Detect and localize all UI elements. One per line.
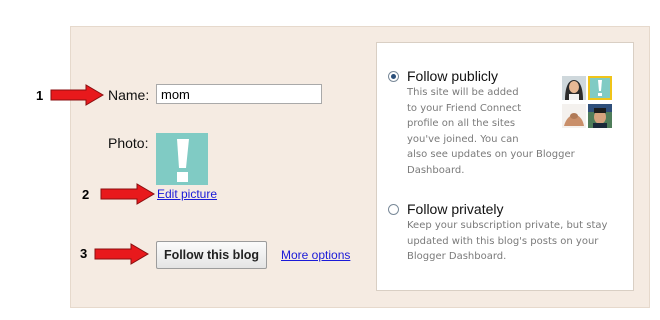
exclamation-avatar-icon xyxy=(588,76,612,100)
step-number-3: 3 xyxy=(80,246,88,261)
name-label: Name: xyxy=(108,87,150,103)
follow-privately-title: Follow privately xyxy=(407,201,504,217)
hand-avatar-icon xyxy=(562,104,586,128)
red-arrow-icon xyxy=(50,84,104,106)
follow-privately-description: Keep your subscription private, but stay… xyxy=(407,220,608,263)
man-avatar-icon xyxy=(588,104,612,128)
step-number-1: 1 xyxy=(36,88,44,103)
more-options-link[interactable]: More options xyxy=(281,248,350,262)
follow-publicly-radio[interactable] xyxy=(388,71,399,82)
name-input[interactable] xyxy=(156,84,322,104)
follow-privately-radio[interactable] xyxy=(388,204,399,215)
photo-label: Photo: xyxy=(108,135,149,151)
red-arrow-icon xyxy=(94,243,149,265)
follow-publicly-description: This site will be added to your Friend C… xyxy=(407,87,575,176)
woman-avatar-icon xyxy=(562,76,586,100)
profile-photo xyxy=(156,133,208,185)
exclamation-photo-icon xyxy=(177,139,189,182)
follow-options-box: Follow publicly This site will be added … xyxy=(376,42,634,291)
follow-publicly-title: Follow publicly xyxy=(407,68,499,84)
red-arrow-icon xyxy=(100,183,155,205)
follow-this-blog-button[interactable]: Follow this blog xyxy=(156,241,267,269)
step-number-2: 2 xyxy=(82,187,90,202)
edit-picture-link[interactable]: Edit picture xyxy=(157,187,217,201)
